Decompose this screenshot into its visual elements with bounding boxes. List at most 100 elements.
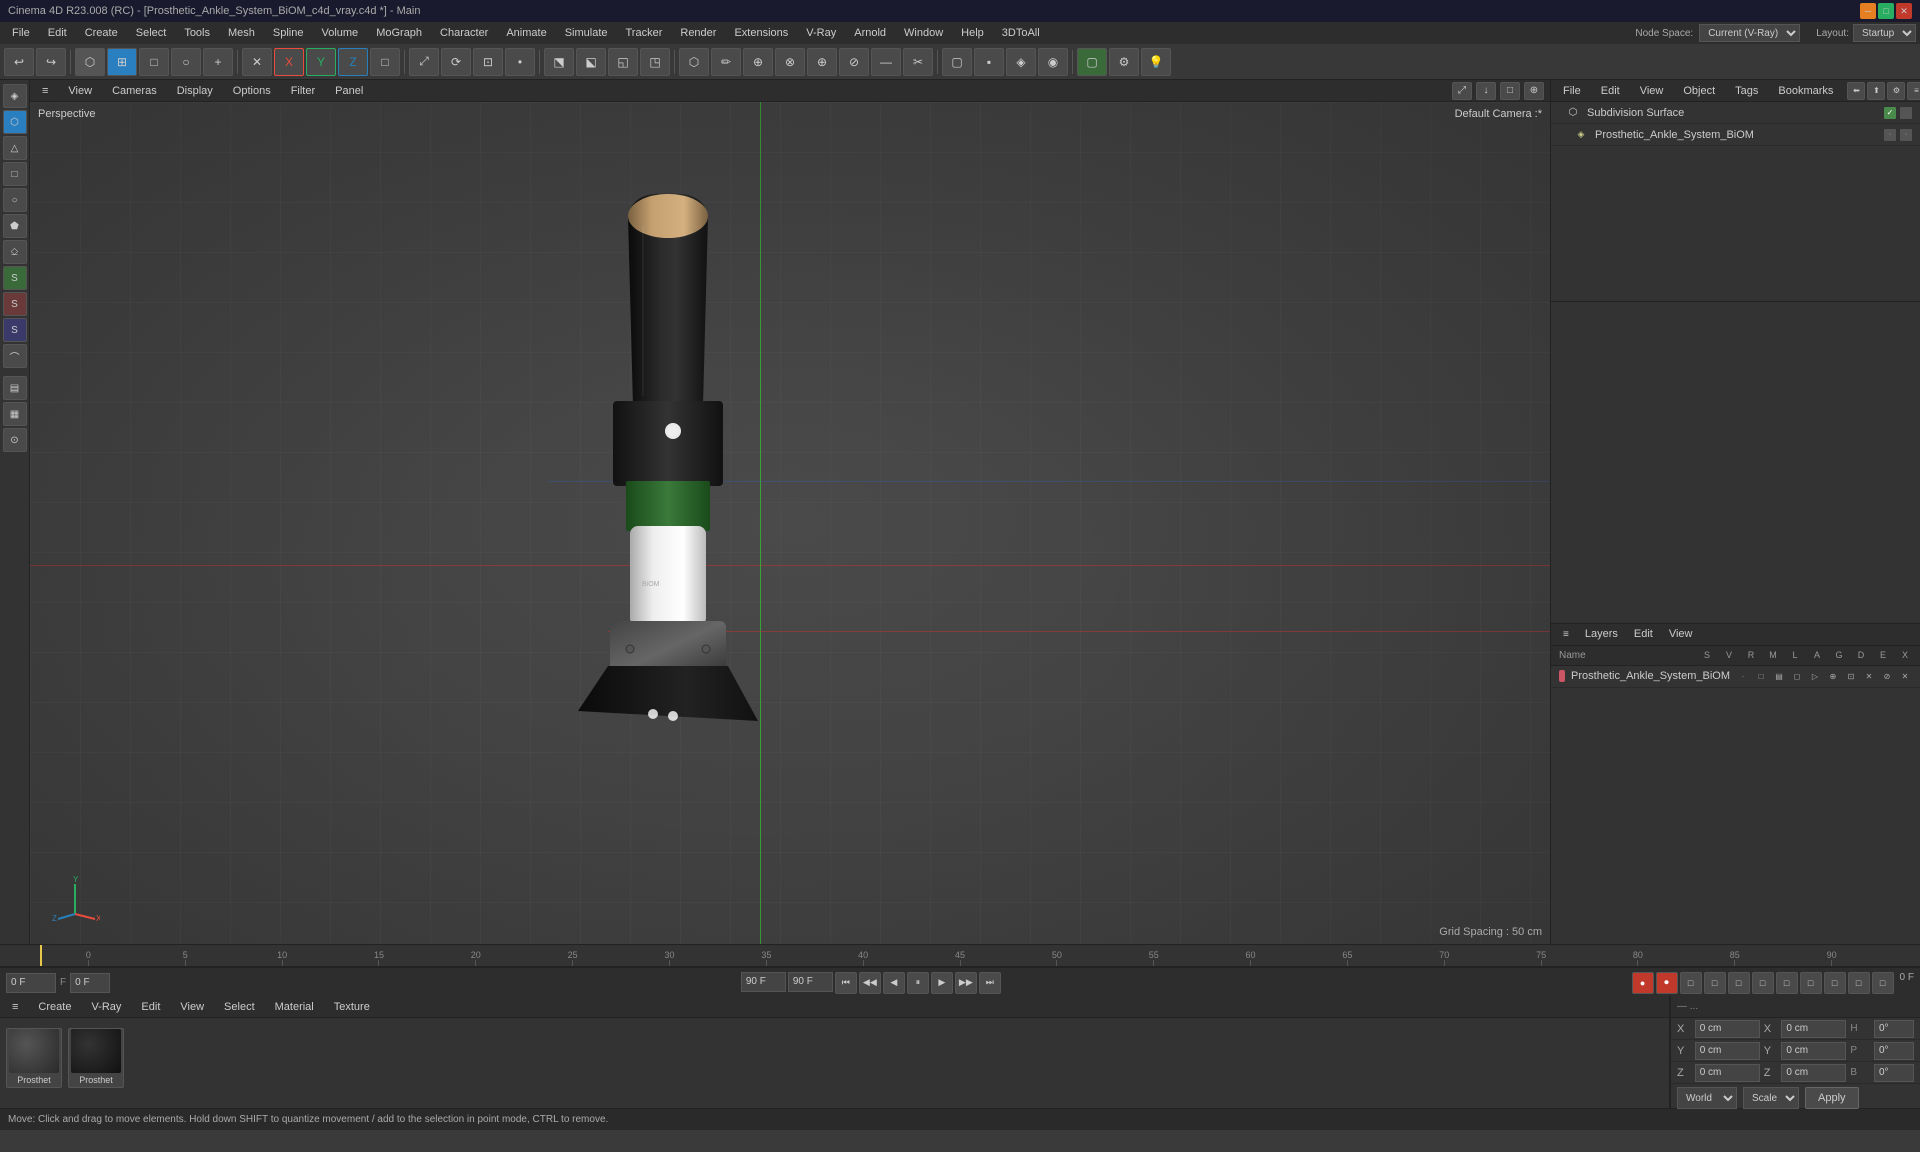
menu-mograph[interactable]: MoGraph xyxy=(368,25,430,41)
key-btn-3[interactable]: □ xyxy=(1728,972,1750,994)
scale-tool-btn[interactable]: ⊡ xyxy=(473,48,503,76)
layer-r-icon[interactable]: ▤ xyxy=(1772,669,1786,683)
cl-select[interactable]: Select xyxy=(218,999,261,1015)
maximize-btn[interactable]: □ xyxy=(1878,3,1894,19)
key-btn-7[interactable]: □ xyxy=(1824,972,1846,994)
sidebar-select-icon[interactable]: ◈ xyxy=(3,84,27,108)
menu-tools[interactable]: Tools xyxy=(176,25,218,41)
subdiv-vis-icon[interactable] xyxy=(1900,107,1912,119)
cl-vray[interactable]: V-Ray xyxy=(85,999,127,1015)
layers-edit[interactable]: Edit xyxy=(1628,626,1659,642)
key-btn-1[interactable]: □ xyxy=(1680,972,1702,994)
minimize-btn[interactable]: ─ xyxy=(1860,3,1876,19)
obj-subdivision-surface[interactable]: ⬡ Subdivision Surface ✓ xyxy=(1551,102,1920,124)
menu-window[interactable]: Window xyxy=(896,25,951,41)
layer-d-icon[interactable]: ✕ xyxy=(1862,669,1876,683)
vh-panel[interactable]: Panel xyxy=(329,83,369,99)
menu-character[interactable]: Character xyxy=(432,25,496,41)
key-btn-4[interactable]: □ xyxy=(1752,972,1774,994)
ch-val[interactable] xyxy=(1874,1020,1914,1038)
layer-a-icon[interactable]: ⊕ xyxy=(1826,669,1840,683)
light-add-btn[interactable]: 💡 xyxy=(1141,48,1171,76)
select-move-btn[interactable]: ✕ xyxy=(242,48,272,76)
sidebar-tag-icon[interactable]: ⎐ xyxy=(3,240,27,264)
key-btn-5[interactable]: □ xyxy=(1776,972,1798,994)
snap-btn[interactable]: ⬔ xyxy=(544,48,574,76)
menu-render[interactable]: Render xyxy=(672,25,724,41)
cz-scale[interactable] xyxy=(1781,1064,1846,1082)
sym-btn[interactable]: ⊕ xyxy=(807,48,837,76)
sidebar-grid2-icon[interactable]: ▦ xyxy=(3,402,27,426)
mode-object-btn[interactable]: ⬡ xyxy=(75,48,105,76)
sidebar-grid1-icon[interactable]: ▤ xyxy=(3,376,27,400)
snap-settings-btn[interactable]: ⬕ xyxy=(576,48,606,76)
menu-help[interactable]: Help xyxy=(953,25,992,41)
sidebar-rotate-icon[interactable]: △ xyxy=(3,136,27,160)
cl-edit[interactable]: Edit xyxy=(135,999,166,1015)
axis-x-btn[interactable]: X xyxy=(274,48,304,76)
menu-arnold[interactable]: Arnold xyxy=(846,25,894,41)
prev-btn[interactable]: ◀ xyxy=(883,972,905,994)
mat-small-btn[interactable]: ▪ xyxy=(974,48,1004,76)
cl-view[interactable]: View xyxy=(174,999,210,1015)
undo-btn[interactable]: ↩ xyxy=(4,48,34,76)
layer-g-icon[interactable]: ⊡ xyxy=(1844,669,1858,683)
cp-val[interactable] xyxy=(1874,1042,1914,1060)
move-tool-btn[interactable]: ⤢ xyxy=(409,48,439,76)
menu-spline[interactable]: Spline xyxy=(265,25,312,41)
mat-square-btn[interactable]: ▢ xyxy=(942,48,972,76)
rotate-tool-btn[interactable]: ⟳ xyxy=(441,48,471,76)
auto-key-btn[interactable]: ⏺ xyxy=(1656,972,1678,994)
rph-object[interactable]: Object xyxy=(1677,83,1721,99)
layer-l-icon[interactable]: ▷ xyxy=(1808,669,1822,683)
object-btn[interactable]: ⬡ xyxy=(679,48,709,76)
key-btn-6[interactable]: □ xyxy=(1800,972,1822,994)
close-btn[interactable]: ✕ xyxy=(1896,3,1912,19)
node-space-select[interactable]: Current (V-Ray) xyxy=(1699,24,1800,42)
sidebar-s2-icon[interactable]: S xyxy=(3,292,27,316)
cz-pos[interactable] xyxy=(1695,1064,1760,1082)
rph-icon-4[interactable]: ≡ xyxy=(1907,82,1920,100)
max-frame-display[interactable] xyxy=(741,972,786,992)
current-frame[interactable] xyxy=(70,973,110,993)
sidebar-s1-icon[interactable]: S xyxy=(3,266,27,290)
mode-points-btn[interactable]: ⊞ xyxy=(107,48,137,76)
sidebar-scale-icon[interactable]: □ xyxy=(3,162,27,186)
vp-layout-btn[interactable]: □ xyxy=(1500,82,1520,100)
rph-tags[interactable]: Tags xyxy=(1729,83,1764,99)
settings-btn[interactable]: ⚙ xyxy=(1109,48,1139,76)
transform-btn[interactable]: • xyxy=(505,48,535,76)
cb-val[interactable] xyxy=(1874,1064,1914,1082)
cy-pos[interactable] xyxy=(1695,1042,1760,1060)
sidebar-curve-icon[interactable]: ⌒ xyxy=(3,344,27,368)
world-dropdown[interactable]: World Object Parent xyxy=(1677,1087,1737,1109)
rph-icon-3[interactable]: ⚙ xyxy=(1887,82,1905,100)
mode-poly-btn[interactable]: ○ xyxy=(171,48,201,76)
mode-edges-btn[interactable]: □ xyxy=(139,48,169,76)
pen-btn[interactable]: ✏ xyxy=(711,48,741,76)
mode-uv-btn[interactable]: + xyxy=(203,48,233,76)
layout-select[interactable]: Startup xyxy=(1853,24,1916,42)
menu-edit[interactable]: Edit xyxy=(40,25,75,41)
vh-options[interactable]: Options xyxy=(227,83,277,99)
rph-icon-2[interactable]: ⬆ xyxy=(1867,82,1885,100)
render-view-btn[interactable]: ▢ xyxy=(1077,48,1107,76)
sidebar-spline-icon[interactable]: ○ xyxy=(3,188,27,212)
layer-s-icon[interactable]: · xyxy=(1736,669,1750,683)
material-1[interactable]: Prosthet xyxy=(6,1028,62,1088)
cx-scale[interactable] xyxy=(1781,1020,1846,1038)
deform-btn[interactable]: ⊘ xyxy=(839,48,869,76)
rph-view[interactable]: View xyxy=(1634,83,1670,99)
layer-m-icon[interactable]: ◻ xyxy=(1790,669,1804,683)
play-btn[interactable]: ▶ xyxy=(931,972,953,994)
layer-x-icon[interactable]: ✕ xyxy=(1898,669,1912,683)
menu-volume[interactable]: Volume xyxy=(313,25,366,41)
goto-start-btn[interactable]: ⏮ xyxy=(835,972,857,994)
vh-display[interactable]: Display xyxy=(171,83,219,99)
layers-view[interactable]: View xyxy=(1663,626,1699,642)
layer-v-icon[interactable]: □ xyxy=(1754,669,1768,683)
key-btn-2[interactable]: □ xyxy=(1704,972,1726,994)
current-frame-start[interactable] xyxy=(6,973,56,993)
vh-view[interactable]: View xyxy=(62,83,98,99)
record-btn[interactable]: ● xyxy=(1632,972,1654,994)
